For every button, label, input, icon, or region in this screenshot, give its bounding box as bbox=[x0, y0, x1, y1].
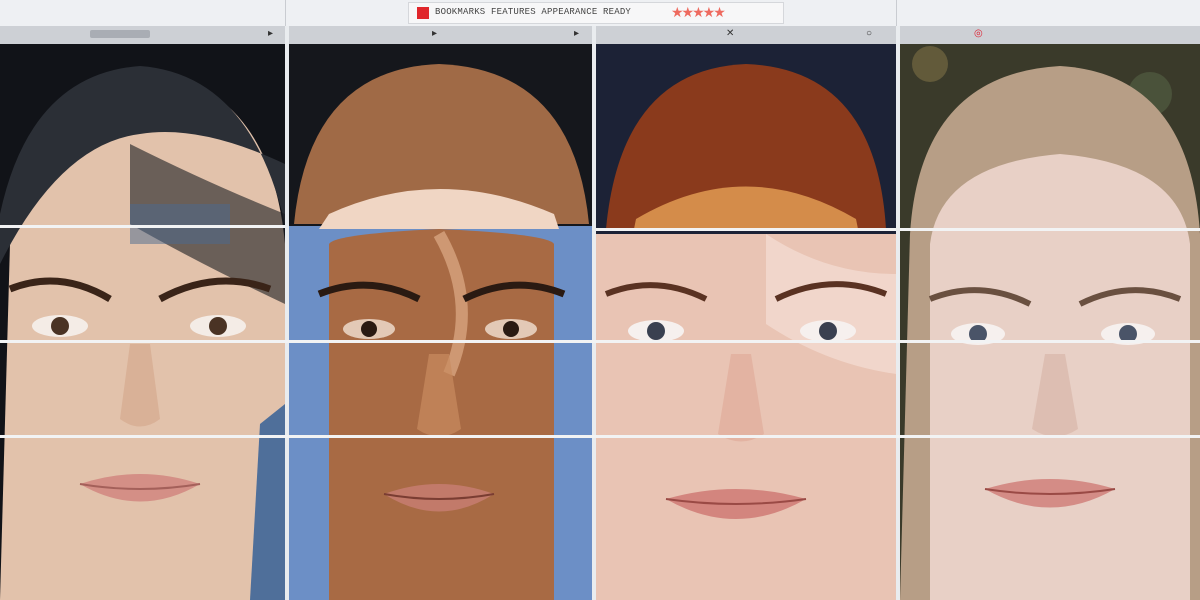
target-icon[interactable]: ◎ bbox=[974, 28, 983, 39]
face-illustration bbox=[289, 44, 592, 600]
panel-divider[interactable] bbox=[285, 26, 289, 600]
face-panel-2 bbox=[289, 44, 592, 600]
slice-line bbox=[900, 228, 1200, 231]
record-icon bbox=[417, 7, 429, 19]
slice-line bbox=[0, 340, 1200, 343]
face-panel-3 bbox=[596, 44, 896, 600]
title-text: BOOKMARKS FEATURES APPEARANCE READY bbox=[435, 7, 632, 17]
arrow-icon[interactable]: ▸ bbox=[432, 28, 437, 39]
slice-line bbox=[0, 435, 1200, 438]
slice-line bbox=[0, 225, 285, 228]
face-panel-4 bbox=[900, 44, 1200, 600]
panel-divider[interactable] bbox=[592, 26, 596, 600]
title-box: BOOKMARKS FEATURES APPEARANCE READY ★★★★… bbox=[408, 2, 784, 24]
arrow-icon[interactable]: ▸ bbox=[268, 28, 273, 39]
slice-line bbox=[596, 228, 896, 231]
toolbar-segment bbox=[0, 0, 286, 26]
circle-icon[interactable]: ○ bbox=[866, 28, 872, 39]
face-panel-1 bbox=[0, 44, 285, 600]
scroll-thumb[interactable] bbox=[90, 30, 150, 38]
face-illustration bbox=[596, 44, 896, 600]
tab-strip: ▸ ▸ ▸ ✕ ○ ◎ bbox=[0, 26, 1200, 45]
rating-stars: ★★★★★ bbox=[671, 4, 726, 20]
face-illustration bbox=[900, 44, 1200, 600]
top-toolbar: BOOKMARKS FEATURES APPEARANCE READY ★★★★… bbox=[0, 0, 1200, 26]
arrow-icon[interactable]: ▸ bbox=[574, 28, 579, 39]
face-illustration bbox=[0, 44, 285, 600]
panel-divider[interactable] bbox=[896, 26, 900, 600]
close-icon[interactable]: ✕ bbox=[726, 28, 734, 39]
